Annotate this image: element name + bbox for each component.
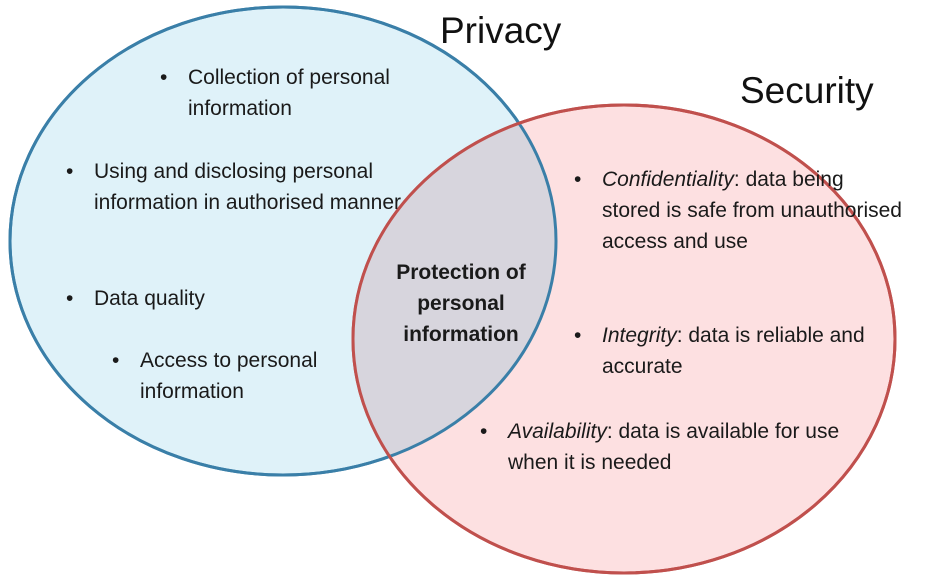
bullet-icon: • — [66, 160, 74, 183]
privacy-item-text: Data quality — [94, 287, 205, 310]
bullet-icon: • — [574, 168, 582, 191]
privacy-item-text: Collection of personal information — [188, 66, 390, 120]
privacy-item: • Collection of personal information — [160, 62, 448, 124]
security-title: Security — [740, 70, 874, 111]
bullet-icon: • — [112, 349, 120, 372]
bullet-icon: • — [574, 324, 582, 347]
privacy-item-text: Using and disclosing personal informatio… — [94, 160, 402, 214]
overlap-label: Protection of personal information — [396, 261, 526, 346]
bullet-icon: • — [160, 66, 168, 89]
security-item-term: Integrity — [602, 324, 677, 347]
privacy-item: • Using and disclosing personal informat… — [66, 156, 414, 218]
venn-diagram: Privacy Security • Collection of persona… — [0, 0, 949, 585]
privacy-item-text: Access to personal information — [140, 349, 318, 403]
security-item: • Confidentiality: data being stored is … — [574, 164, 902, 257]
privacy-title: Privacy — [440, 10, 562, 51]
privacy-item: • Access to personal information — [112, 345, 360, 407]
security-item-term: Confidentiality — [602, 168, 734, 191]
bullet-icon: • — [480, 420, 488, 443]
bullet-icon: • — [66, 287, 74, 310]
security-item: • Availability: data is available for us… — [480, 416, 868, 478]
security-item: • Integrity: data is reliable and accura… — [574, 320, 902, 382]
security-item-term: Availability — [508, 420, 607, 443]
privacy-item: • Data quality — [66, 283, 354, 314]
